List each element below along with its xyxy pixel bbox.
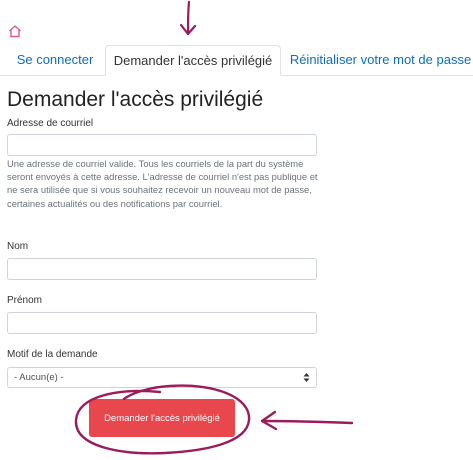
page-title: Demander l'accès privilégié xyxy=(7,88,264,111)
tab-se-connecter[interactable]: Se connecter xyxy=(8,45,102,75)
email-label: Adresse de courriel xyxy=(7,118,94,129)
prenom-label: Prénom xyxy=(7,295,43,306)
tab-bar: Se connecter Demander l'accès privilégié… xyxy=(0,45,473,76)
submit-button[interactable]: Demander l'accès privilégié xyxy=(89,399,235,437)
email-field[interactable] xyxy=(7,134,317,156)
tab-demander-acces[interactable]: Demander l'accès privilégié xyxy=(105,45,281,76)
prenom-field[interactable] xyxy=(7,312,317,334)
annotation-arrow-down-icon xyxy=(179,0,197,36)
motif-selected-value: - Aucun(e) - xyxy=(14,372,64,383)
annotation-arrow-left-icon xyxy=(260,419,354,425)
nom-field[interactable] xyxy=(7,258,317,280)
email-help-text: Une adresse de courriel valide. Tous les… xyxy=(7,158,318,209)
home-icon[interactable] xyxy=(8,24,22,38)
select-updown-icon xyxy=(303,373,310,382)
motif-select[interactable]: - Aucun(e) - xyxy=(7,367,317,388)
nom-label: Nom xyxy=(7,241,29,252)
motif-label: Motif de la demande xyxy=(7,349,98,360)
tab-reinitialiser-mot-de-passe[interactable]: Réinitialiser votre mot de passe xyxy=(288,45,473,75)
